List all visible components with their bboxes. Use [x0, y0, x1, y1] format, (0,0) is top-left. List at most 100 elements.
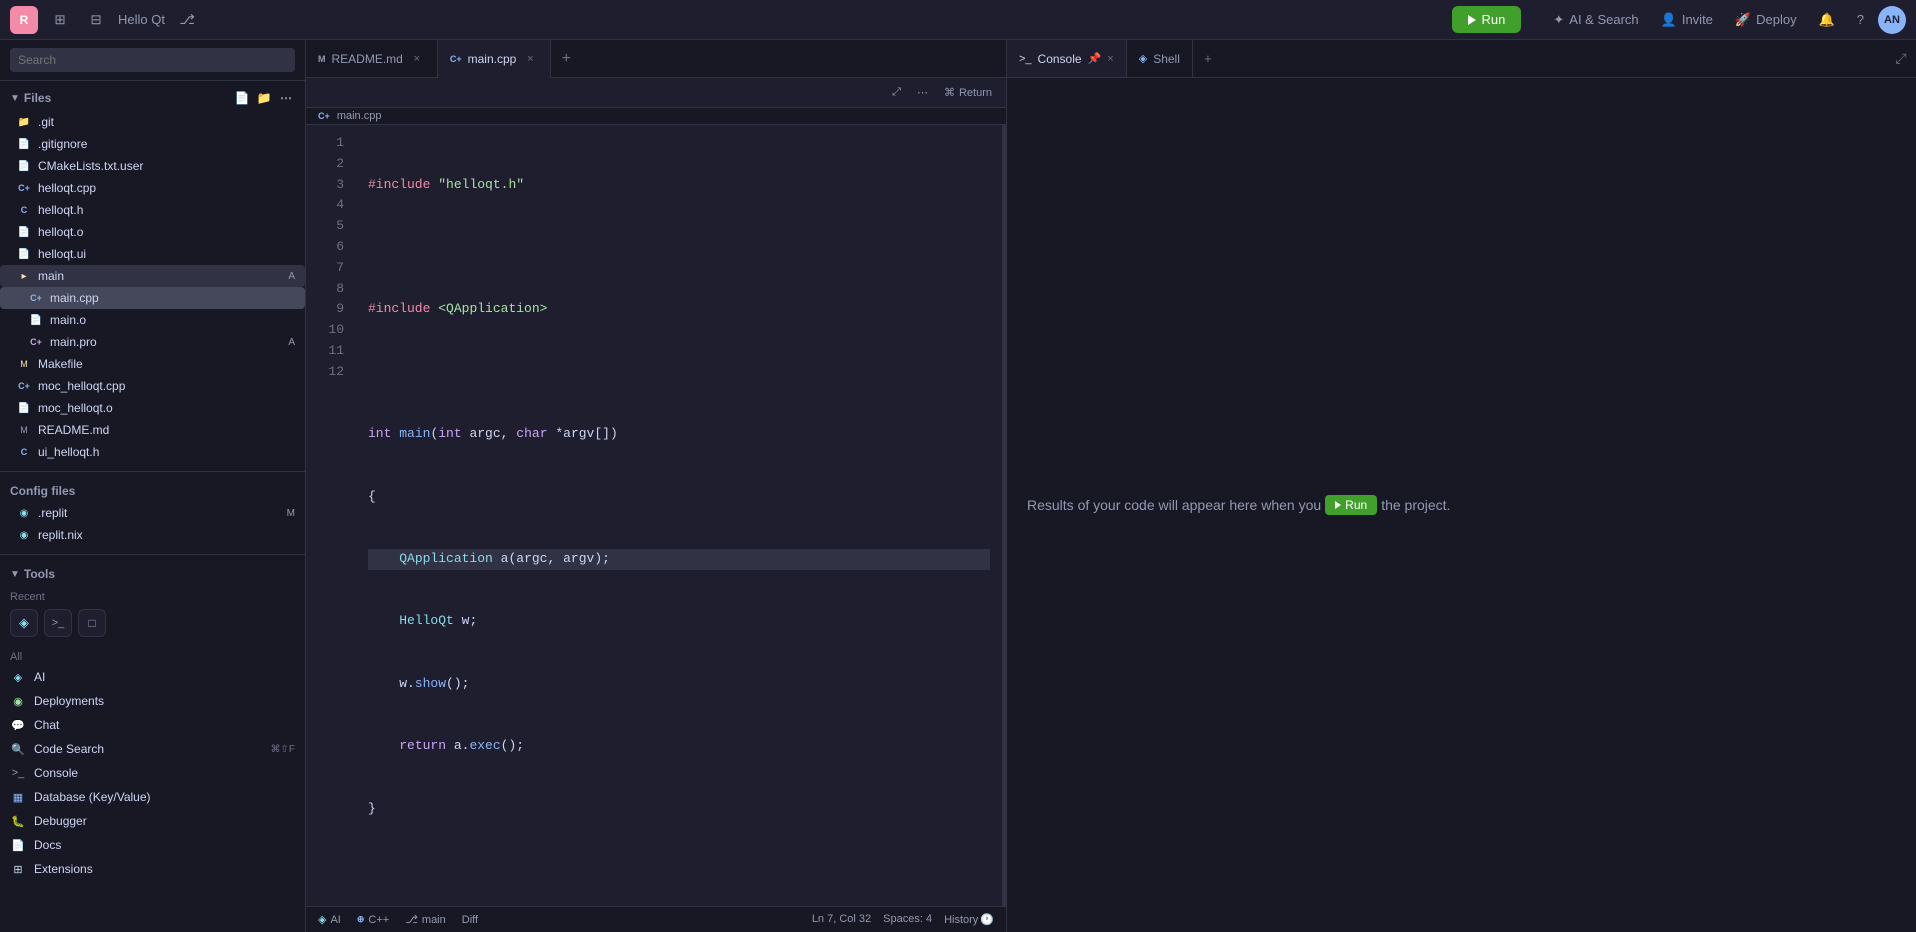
person-add-icon: 👤 — [1661, 12, 1677, 28]
console-tab-icon: >_ — [1019, 53, 1032, 65]
chevron-down-icon: ▼ — [10, 93, 20, 104]
tools-header[interactable]: ▼ Tools — [0, 563, 305, 585]
file-item[interactable]: ◉ .replit M — [0, 502, 305, 524]
new-folder-icon[interactable]: 📁 — [255, 89, 273, 107]
file-item[interactable]: 📄 helloqt.o — [0, 221, 305, 243]
file-item[interactable]: C+ moc_helloqt.cpp — [0, 375, 305, 397]
code-area[interactable]: 1 2 3 4 5 6 7 8 9 10 11 12 #include "hel… — [306, 125, 1006, 906]
file-item[interactable]: C+ helloqt.cpp — [0, 177, 305, 199]
file-item[interactable]: C+ main.cpp — [0, 287, 305, 309]
cpp-filepath-icon: C+ — [318, 111, 330, 121]
folder-icon: 📁 — [16, 114, 32, 130]
tab-close-console[interactable]: × — [1107, 53, 1113, 65]
recent-tools-row: ◈ >_ □ — [10, 605, 295, 641]
tool-code-search[interactable]: 🔍 Code Search ⌘⇧F — [10, 737, 295, 761]
fork-icon[interactable]: ⎇ — [173, 6, 201, 34]
md-icon: M — [16, 422, 32, 438]
avatar[interactable]: AN — [1878, 6, 1906, 34]
search-input[interactable] — [10, 48, 295, 72]
tool-docs[interactable]: 📄 Docs — [10, 833, 295, 857]
tab-close-readme[interactable]: × — [409, 51, 425, 67]
help-icon[interactable]: ? — [1849, 8, 1872, 31]
code-line-2 — [368, 237, 990, 258]
config-files-header[interactable]: Config files — [0, 480, 305, 502]
tool-database[interactable]: ▦ Database (Key/Value) — [10, 785, 295, 809]
bell-icon[interactable]: 🔔 — [1811, 8, 1843, 32]
tool-debugger[interactable]: 🐛 Debugger — [10, 809, 295, 833]
file-item[interactable]: ◉ replit.nix — [0, 524, 305, 546]
shell-tool-icon[interactable]: >_ — [44, 609, 72, 637]
deploy-icon: ◉ — [10, 693, 26, 709]
code-content[interactable]: #include "helloqt.h" #include <QApplicat… — [356, 125, 1002, 906]
tool-chat[interactable]: 💬 Chat — [10, 713, 295, 737]
tab-readme[interactable]: M README.md × — [306, 40, 438, 77]
line-numbers: 1 2 3 4 5 6 7 8 9 10 11 12 — [306, 125, 356, 906]
main-layout: ▼ Files 📄 📁 ⋯ 📁 .git 📄 .gitignore 📄 CMak… — [0, 40, 1916, 932]
tab-shell[interactable]: ◈ Shell — [1127, 40, 1193, 77]
tab-add-button[interactable]: + — [551, 40, 581, 77]
run-inline-button[interactable]: Run — [1325, 495, 1377, 515]
grid-icon[interactable]: ⊞ — [46, 6, 74, 34]
code-line-6: { — [368, 487, 990, 508]
expand-right-panel-button[interactable]: ⤢ — [1886, 40, 1916, 77]
status-branch: ⎇ main — [405, 913, 446, 926]
return-button[interactable]: ⌘ Return — [938, 83, 998, 102]
files-header[interactable]: ▼ Files 📄 📁 ⋯ — [0, 85, 305, 111]
ai-tool-icon[interactable]: ◈ — [10, 609, 38, 637]
deploy-button[interactable]: 🚀 Deploy — [1727, 8, 1805, 32]
cpp-icon: C+ — [16, 180, 32, 196]
tool-ai[interactable]: ◈ AI — [10, 665, 295, 689]
console-tool-icon[interactable]: □ — [78, 609, 106, 637]
right-tab-add-button[interactable]: + — [1193, 40, 1223, 77]
more-editor-button[interactable]: ⋯ — [911, 83, 934, 102]
tool-deployments[interactable]: ◉ Deployments — [10, 689, 295, 713]
search-icon: 🔍 — [10, 741, 26, 757]
code-line-12 — [368, 861, 990, 882]
ai-icon: ✦ — [1553, 12, 1564, 28]
file-item[interactable]: 📁 .git — [0, 111, 305, 133]
run-button[interactable]: Run — [1452, 6, 1522, 33]
topbar-right: ✦ AI & Search 👤 Invite 🚀 Deploy 🔔 ? AN — [1545, 6, 1906, 34]
status-ai[interactable]: ◈ AI — [318, 913, 341, 926]
sidebar: ▼ Files 📄 📁 ⋯ 📁 .git 📄 .gitignore 📄 CMak… — [0, 40, 306, 932]
file-icon: 📄 — [16, 158, 32, 174]
file-item[interactable]: 📄 CMakeLists.txt.user — [0, 155, 305, 177]
status-diff[interactable]: Diff — [462, 914, 478, 926]
file-item[interactable]: 📄 .gitignore — [0, 133, 305, 155]
h-icon: C — [16, 444, 32, 460]
config-files-section: Config files ◉ .replit M ◉ replit.nix — [0, 476, 305, 550]
new-file-icon[interactable]: 📄 — [233, 89, 251, 107]
ai-search-button[interactable]: ✦ AI & Search — [1545, 8, 1646, 32]
ai-icon: ◈ — [10, 669, 26, 685]
file-item[interactable]: 📄 helloqt.ui — [0, 243, 305, 265]
cpp-icon: C+ — [28, 290, 44, 306]
chevron-down-icon: ▼ — [10, 569, 20, 580]
file-item[interactable]: M README.md — [0, 419, 305, 441]
folder-icon: ▸ — [16, 268, 32, 284]
more-icon[interactable]: ⋯ — [277, 89, 295, 107]
editor-tabs: M README.md × C+ main.cpp × + — [306, 40, 1006, 78]
file-item[interactable]: C+ main.pro A — [0, 331, 305, 353]
mk-icon: M — [16, 356, 32, 372]
file-item[interactable]: 📄 main.o — [0, 309, 305, 331]
filepath-bar: C+ main.cpp — [306, 108, 1006, 125]
code-line-11: } — [368, 799, 990, 820]
tab-close-main-cpp[interactable]: × — [522, 51, 538, 67]
invite-button[interactable]: 👤 Invite — [1653, 8, 1721, 32]
file-item[interactable]: C ui_helloqt.h — [0, 441, 305, 463]
file-item[interactable]: C helloqt.h — [0, 199, 305, 221]
tab-console[interactable]: >_ Console 📌 × — [1007, 40, 1127, 77]
expand-editor-button[interactable]: ⤢ — [886, 83, 907, 102]
tab-main-cpp[interactable]: C+ main.cpp × — [438, 40, 551, 78]
tool-console[interactable]: >_ Console — [10, 761, 295, 785]
file-item[interactable]: ▸ main A — [0, 265, 305, 287]
file-item[interactable]: 📄 moc_helloqt.o — [0, 397, 305, 419]
tool-extensions[interactable]: ⊞ Extensions — [10, 857, 295, 881]
extensions-icon: ⊞ — [10, 861, 26, 877]
cpp-tab-icon: C+ — [450, 54, 462, 64]
console-content: Results of your code will appear here wh… — [1007, 78, 1916, 932]
status-history[interactable]: History 🕐 — [944, 913, 994, 926]
puzzle-icon[interactable]: ⊟ — [82, 6, 110, 34]
console-pin-icon[interactable]: 📌 — [1088, 52, 1102, 65]
file-item[interactable]: M Makefile — [0, 353, 305, 375]
